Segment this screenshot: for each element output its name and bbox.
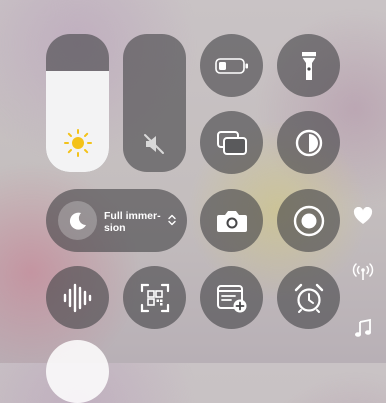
voice-memo-button[interactable] bbox=[46, 266, 109, 329]
screen-record-icon bbox=[292, 204, 326, 238]
alarm-button[interactable] bbox=[277, 266, 340, 329]
flashlight-button[interactable] bbox=[277, 34, 340, 97]
speaker-mute-icon bbox=[123, 130, 186, 158]
sun-icon bbox=[46, 128, 109, 158]
screen-mirroring-icon bbox=[215, 129, 249, 157]
focus-tile[interactable]: Full immer- sion bbox=[46, 189, 187, 252]
quick-note-button[interactable] bbox=[200, 266, 263, 329]
music-note-icon[interactable] bbox=[352, 317, 374, 339]
focus-label-line2: sion bbox=[104, 222, 126, 234]
dark-mode-button[interactable] bbox=[277, 111, 340, 174]
brightness-slider[interactable] bbox=[46, 34, 109, 172]
dark-mode-icon bbox=[293, 127, 325, 159]
quick-note-icon bbox=[215, 282, 249, 314]
qr-scanner-icon bbox=[139, 282, 171, 314]
heart-icon[interactable] bbox=[352, 205, 374, 227]
antenna-icon[interactable] bbox=[352, 261, 374, 283]
screen-mirroring-button[interactable] bbox=[200, 111, 263, 174]
moon-icon bbox=[58, 201, 97, 240]
voice-memo-icon bbox=[61, 281, 95, 315]
focus-label-line1: Full immer- bbox=[104, 210, 161, 222]
battery-icon bbox=[214, 56, 250, 76]
qr-scanner-button[interactable] bbox=[123, 266, 186, 329]
chevron-updown-icon bbox=[168, 213, 176, 231]
camera-icon bbox=[215, 207, 249, 235]
low-power-button[interactable] bbox=[200, 34, 263, 97]
camera-button[interactable] bbox=[200, 189, 263, 252]
alarm-icon bbox=[292, 281, 326, 315]
focus-label: Full immer- sion bbox=[104, 210, 168, 234]
screen-record-button[interactable] bbox=[277, 189, 340, 252]
flashlight-icon bbox=[299, 49, 319, 83]
partial-control-button[interactable] bbox=[46, 340, 109, 403]
volume-slider[interactable] bbox=[123, 34, 186, 172]
